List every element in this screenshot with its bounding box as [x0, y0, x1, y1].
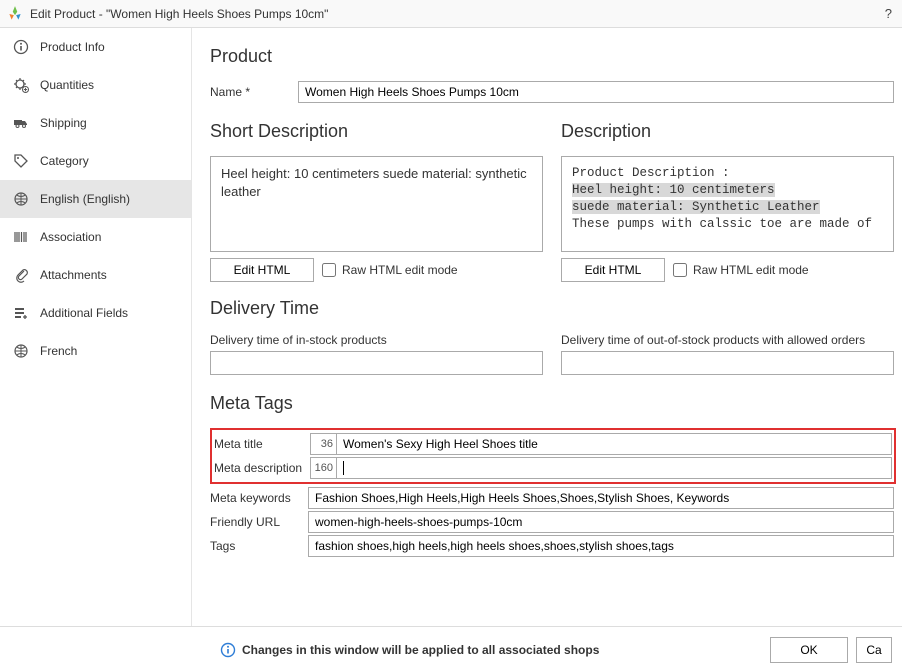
section-short-desc: Short Description: [210, 121, 543, 142]
sidebar-item-additional-fields[interactable]: Additional Fields: [0, 294, 191, 332]
short-desc-raw-label: Raw HTML edit mode: [342, 263, 458, 277]
delivery-instock-input[interactable]: [210, 351, 543, 375]
desc-edit-html-button[interactable]: Edit HTML: [561, 258, 665, 282]
desc-raw-checkbox[interactable]: Raw HTML edit mode: [673, 263, 809, 277]
delivery-outstock-label: Delivery time of out-of-stock products w…: [561, 333, 894, 347]
tags-input[interactable]: [308, 535, 894, 557]
section-product: Product: [210, 46, 902, 67]
meta-keywords-label: Meta keywords: [210, 491, 308, 505]
short-desc-edit-html-button[interactable]: Edit HTML: [210, 258, 314, 282]
sidebar-item-shipping[interactable]: Shipping: [0, 104, 191, 142]
desc-raw-checkbox-input[interactable]: [673, 263, 687, 277]
sidebar-item-label: Category: [40, 154, 89, 168]
sidebar-item-label: Shipping: [40, 116, 87, 130]
meta-title-label: Meta title: [214, 437, 310, 451]
sidebar-item-label: Additional Fields: [40, 306, 128, 320]
sidebar-item-label: Product Info: [40, 40, 105, 54]
section-delivery: Delivery Time: [210, 298, 902, 319]
friendly-url-input[interactable]: [308, 511, 894, 533]
desc-raw-label: Raw HTML edit mode: [693, 263, 809, 277]
window-title: Edit Product - "Women High Heels Shoes P…: [30, 7, 881, 21]
short-desc-raw-checkbox[interactable]: Raw HTML edit mode: [322, 263, 458, 277]
sidebar-item-product-info[interactable]: Product Info: [0, 28, 191, 66]
meta-title-input[interactable]: [336, 433, 892, 455]
sidebar: Product Info Quantities Shipping Categor…: [0, 28, 192, 626]
delivery-instock-label: Delivery time of in-stock products: [210, 333, 543, 347]
short-desc-editor[interactable]: Heel height: 10 centimeters suede materi…: [210, 156, 543, 252]
delivery-outstock-input[interactable]: [561, 351, 894, 375]
truck-icon: [12, 114, 30, 132]
paperclip-icon: [12, 266, 30, 284]
footer-message: Changes in this window will be applied t…: [242, 643, 762, 657]
tags-label: Tags: [210, 539, 308, 553]
meta-highlight-box: Meta title 36 Meta description 160: [210, 428, 896, 484]
titlebar: Edit Product - "Women High Heels Shoes P…: [0, 0, 902, 28]
meta-desc-input[interactable]: [336, 457, 892, 479]
fields-plus-icon: [12, 304, 30, 322]
name-label: Name *: [210, 85, 298, 99]
text-caret: [343, 461, 344, 475]
meta-keywords-input[interactable]: [308, 487, 894, 509]
name-input[interactable]: [298, 81, 894, 103]
meta-title-count: 36: [310, 433, 336, 455]
globe-icon: [12, 342, 30, 360]
gear-plus-icon: [12, 76, 30, 94]
sidebar-item-label: French: [40, 344, 77, 358]
sidebar-item-label: Quantities: [40, 78, 94, 92]
sidebar-item-label: Attachments: [40, 268, 107, 282]
footer: Changes in this window will be applied t…: [0, 626, 902, 672]
meta-desc-label: Meta description: [214, 461, 310, 475]
globe-icon: [12, 190, 30, 208]
tag-icon: [12, 152, 30, 170]
content-pane: Product Name * Short Description Heel he…: [192, 28, 902, 626]
help-button[interactable]: ?: [881, 6, 896, 21]
sidebar-item-attachments[interactable]: Attachments: [0, 256, 191, 294]
friendly-url-label: Friendly URL: [210, 515, 308, 529]
ok-button[interactable]: OK: [770, 637, 848, 663]
barcode-icon: [12, 228, 30, 246]
section-desc: Description: [561, 121, 894, 142]
section-meta: Meta Tags: [210, 393, 902, 414]
short-desc-raw-checkbox-input[interactable]: [322, 263, 336, 277]
desc-editor[interactable]: Product Description : Heel height: 10 ce…: [561, 156, 894, 252]
sidebar-item-label: English (English): [40, 192, 130, 206]
sidebar-item-french[interactable]: French: [0, 332, 191, 370]
sidebar-item-association[interactable]: Association: [0, 218, 191, 256]
cancel-button[interactable]: Ca: [856, 637, 892, 663]
meta-desc-count: 160: [310, 457, 336, 479]
sidebar-item-label: Association: [40, 230, 101, 244]
info-icon: [12, 38, 30, 56]
app-icon: [6, 5, 24, 23]
sidebar-item-quantities[interactable]: Quantities: [0, 66, 191, 104]
info-icon: [220, 642, 236, 658]
sidebar-item-category[interactable]: Category: [0, 142, 191, 180]
sidebar-item-english[interactable]: English (English): [0, 180, 191, 218]
